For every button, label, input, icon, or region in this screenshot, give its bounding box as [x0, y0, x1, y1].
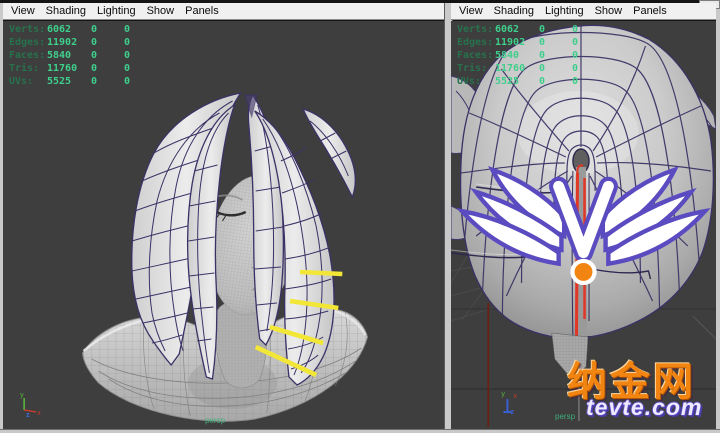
maya-two-pane-window: View Shading Lighting Show Panels — [0, 0, 720, 433]
svg-text:y: y — [20, 392, 24, 399]
menu-item-panels[interactable]: Panels — [633, 5, 667, 17]
hud-row: UVs:552500 — [457, 75, 602, 88]
hud-row: Faces:584000 — [9, 49, 154, 62]
left-menubar: View Shading Lighting Show Panels — [3, 3, 444, 20]
menu-item-show[interactable]: Show — [147, 5, 175, 17]
menu-item-panels[interactable]: Panels — [185, 5, 219, 17]
hud-row: UVs:552500 — [9, 75, 154, 88]
window-frame-bottom — [0, 429, 720, 433]
hud-row: Edges:1190200 — [457, 36, 602, 49]
menu-item-lighting[interactable]: Lighting — [97, 5, 136, 17]
grid-line-diagonal — [693, 316, 716, 339]
right-pane: View Shading Lighting Show Panels — [451, 3, 716, 429]
hud-row: Tris:1176000 — [457, 62, 602, 75]
left-polycount-hud: Verts:606200 Edges:1190200 Faces:584000 … — [9, 23, 154, 88]
menu-item-view[interactable]: View — [459, 5, 483, 17]
menu-item-shading[interactable]: Shading — [494, 5, 534, 17]
left-pane: View Shading Lighting Show Panels — [3, 3, 444, 429]
menu-item-shading[interactable]: Shading — [46, 5, 86, 17]
camera-label: persp — [555, 412, 575, 421]
svg-text:x: x — [513, 393, 517, 400]
camera-label: persp — [205, 416, 225, 425]
view-axis-gizmo: y x z — [20, 392, 41, 419]
menu-item-view[interactable]: View — [11, 5, 35, 17]
view-axis-gizmo: y x z — [501, 391, 517, 416]
menu-item-lighting[interactable]: Lighting — [545, 5, 584, 17]
hud-row: Tris:1176000 — [9, 62, 154, 75]
hud-row: Edges:1190200 — [9, 36, 154, 49]
svg-text:x: x — [37, 410, 41, 417]
svg-text:z: z — [26, 412, 30, 419]
face-mesh-below — [552, 333, 588, 421]
window-frame-right — [716, 3, 720, 433]
svg-text:y: y — [501, 391, 505, 398]
svg-text:z: z — [510, 409, 514, 416]
hud-row: Verts:606200 — [457, 23, 602, 36]
hud-row: Faces:584000 — [457, 49, 602, 62]
right-polycount-hud: Verts:606200 Edges:1190200 Faces:584000 … — [457, 23, 602, 88]
menu-item-show[interactable]: Show — [595, 5, 623, 17]
right-viewport[interactable]: y x z Verts:606200 Edges:1190200 Faces:5… — [451, 21, 716, 429]
left-viewport[interactable]: y x z Verts:606200 Edges:1190200 Faces:5… — [3, 21, 444, 429]
hud-row: Verts:606200 — [9, 23, 154, 36]
right-menubar: View Shading Lighting Show Panels — [451, 3, 716, 20]
